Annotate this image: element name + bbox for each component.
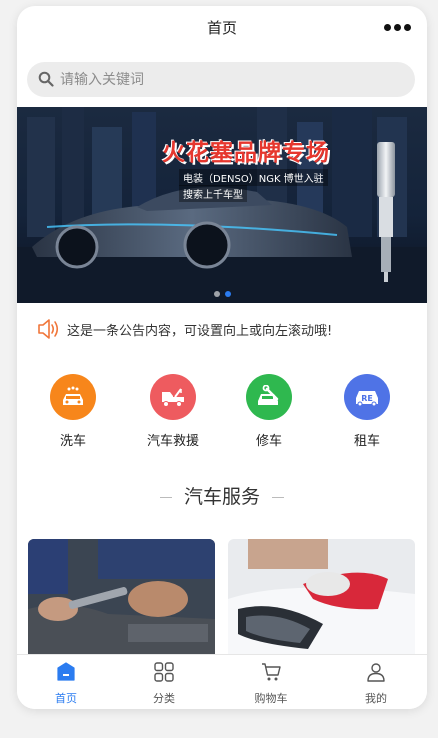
repair-photo xyxy=(28,539,215,659)
category-grid-icon xyxy=(154,662,174,682)
tab-mine[interactable]: 我的 xyxy=(326,661,426,706)
divider xyxy=(159,497,172,498)
tow-truck-icon xyxy=(150,374,196,420)
service-label: 洗车 xyxy=(59,434,86,449)
service-car-repair[interactable]: 修车 xyxy=(221,374,317,449)
svg-text:RE: RE xyxy=(361,394,373,403)
tab-cart[interactable]: 购物车 xyxy=(221,661,321,706)
service-car-rental[interactable]: RE 租车 xyxy=(319,374,415,449)
car-wash-photo xyxy=(228,539,415,659)
service-label: 租车 xyxy=(353,434,380,449)
tab-label: 首页 xyxy=(55,692,77,705)
carousel-dot-active[interactable] xyxy=(224,291,231,297)
notice-text: 这是一条公告内容，可设置向上或向左滚动哦! xyxy=(67,323,333,339)
carousel-indicators xyxy=(17,291,427,297)
divider xyxy=(272,497,284,498)
car-rental-icon: RE xyxy=(344,374,390,420)
car-repair-icon xyxy=(246,374,292,420)
tab-category[interactable]: 分类 xyxy=(114,661,214,706)
user-icon xyxy=(367,663,385,682)
page-title: 首页 xyxy=(206,19,237,37)
notice-bar[interactable]: 这是一条公告内容，可设置向上或向左滚动哦! xyxy=(37,318,332,340)
service-card-repair[interactable] xyxy=(28,539,215,659)
section-heading: 汽车服务 xyxy=(17,482,427,509)
section-title: 汽车服务 xyxy=(183,486,260,508)
banner-title: 火花塞品牌专场 xyxy=(162,140,330,166)
service-label: 修车 xyxy=(255,434,282,449)
service-card-wash[interactable] xyxy=(228,539,415,659)
tab-home[interactable]: 首页 xyxy=(17,661,116,706)
carousel-dot[interactable] xyxy=(213,291,220,297)
search-icon xyxy=(38,71,54,87)
service-car-rescue[interactable]: 汽车救援 xyxy=(125,374,221,449)
navigation-bar: 首页 xyxy=(17,6,427,48)
phone-screen: 首页 请输入关键词 火花塞品牌专场 电装（DENSO）NGK 博世入驻 搜索上千… xyxy=(17,6,427,709)
banner-subtitle-2: 搜索上千车型 xyxy=(179,185,247,202)
car-wash-icon xyxy=(50,374,96,420)
promo-banner[interactable]: 火花塞品牌专场 电装（DENSO）NGK 博世入驻 搜索上千车型 xyxy=(17,107,427,303)
banner-subtitle: 电装（DENSO）NGK 博世入驻 xyxy=(179,169,328,186)
search-input[interactable] xyxy=(60,62,400,97)
tab-label: 分类 xyxy=(153,692,175,705)
service-car-wash[interactable]: 洗车 xyxy=(25,374,121,449)
cart-icon xyxy=(262,663,281,681)
tab-label: 购物车 xyxy=(254,692,288,705)
tab-label: 我的 xyxy=(365,692,387,705)
more-menu-icon[interactable] xyxy=(384,24,411,31)
search-bar[interactable] xyxy=(27,62,415,97)
service-grid: 洗车 汽车救援 修车 RE 租车 xyxy=(17,374,427,454)
service-label: 汽车救援 xyxy=(146,434,199,449)
speaker-icon xyxy=(38,319,59,339)
home-icon xyxy=(57,662,75,681)
tab-bar: 首页 分类 购物车 我的 xyxy=(17,654,427,709)
